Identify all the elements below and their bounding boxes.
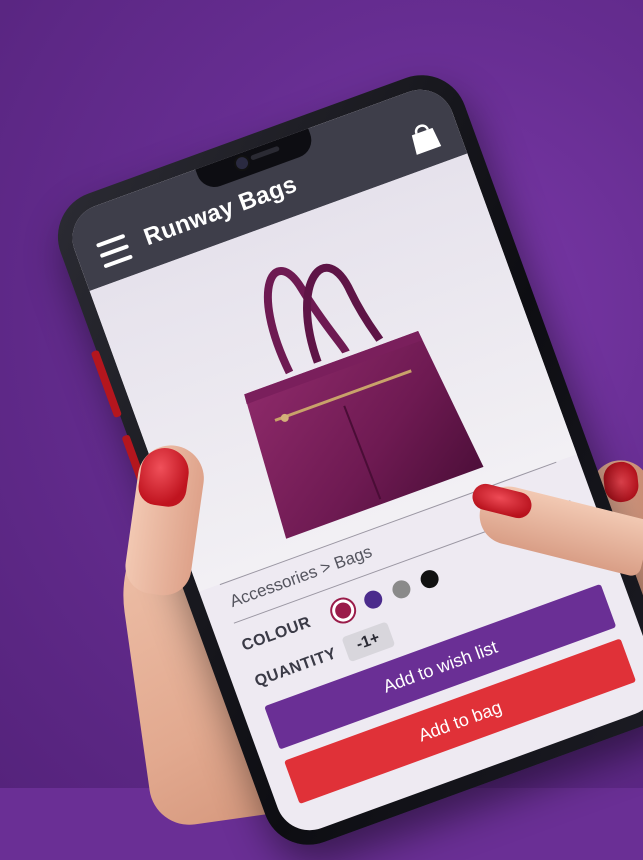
quantity-stepper[interactable]: -1+ [341,621,395,663]
hamburger-menu-icon[interactable] [95,233,133,269]
front-camera-icon [231,152,253,174]
colour-swatch-purple[interactable] [361,588,385,612]
colour-swatch-grey[interactable] [389,577,413,601]
colour-swatch-black[interactable] [418,567,442,591]
earpiece-speaker [250,145,280,161]
shopping-bag-icon[interactable] [404,115,444,157]
